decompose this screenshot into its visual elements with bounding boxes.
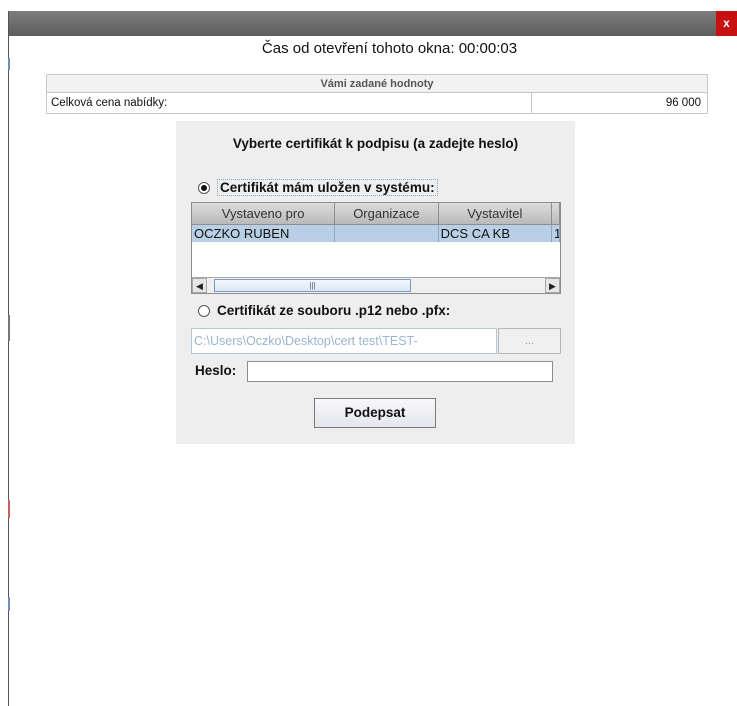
column-header-issuer[interactable]: Vystavitel bbox=[438, 203, 553, 225]
sign-button[interactable]: Podepsat bbox=[314, 398, 436, 428]
edge-mark bbox=[8, 315, 10, 341]
radio-file-certificate-label: Certifikát ze souboru .p12 nebo .pfx: bbox=[217, 303, 451, 318]
cell-extra: 1 bbox=[552, 225, 560, 242]
entered-values-header: Vámi zadané hodnoty bbox=[46, 74, 708, 93]
radio-system-certificate[interactable]: Certifikát mám uložen v systému: bbox=[198, 179, 438, 196]
scroll-left-icon[interactable]: ◀ bbox=[192, 278, 207, 293]
cell-issuer: DCS CA KB bbox=[439, 225, 553, 242]
radio-system-certificate-label: Certifikát mám uložen v systému: bbox=[217, 179, 438, 196]
certificate-panel: Vyberte certifikát k podpisu (a zadejte … bbox=[176, 121, 575, 444]
entered-values-table: Vámi zadané hodnoty Celková cena nabídky… bbox=[46, 74, 708, 114]
certificate-table-header: Vystaveno pro Organizace Vystavitel bbox=[192, 203, 560, 225]
password-input[interactable] bbox=[247, 361, 553, 382]
table-row: Celková cena nabídky: 96 000 bbox=[46, 92, 708, 114]
window-titlebar: x bbox=[8, 11, 737, 36]
elapsed-time-label: Čas od otevření tohoto okna: 00:00:03 bbox=[261, 40, 518, 57]
close-button[interactable]: x bbox=[716, 11, 737, 36]
browse-button[interactable]: ... bbox=[498, 328, 561, 354]
scroll-thumb[interactable]: ||| bbox=[214, 279, 411, 292]
column-header-organization[interactable]: Organizace bbox=[335, 203, 439, 225]
scroll-right-icon[interactable]: ▶ bbox=[545, 278, 560, 293]
certificate-table[interactable]: Vystaveno pro Organizace Vystavitel OCZK… bbox=[191, 202, 561, 294]
certificate-file-path-input[interactable]: C:\Users\Oczko\Desktop\cert test\TEST- bbox=[191, 328, 497, 354]
column-header-issued-to[interactable]: Vystaveno pro bbox=[192, 203, 336, 225]
column-header-extra[interactable] bbox=[552, 203, 560, 225]
panel-title: Vyberte certifikát k podpisu (a zadejte … bbox=[232, 136, 519, 151]
cell-organization bbox=[335, 225, 439, 242]
horizontal-scrollbar[interactable]: ◀ ||| ▶ bbox=[192, 277, 560, 293]
password-label: Heslo: bbox=[195, 363, 237, 378]
radio-file-certificate[interactable]: Certifikát ze souboru .p12 nebo .pfx: bbox=[198, 303, 450, 318]
table-row[interactable]: OCZKO RUBEN DCS CA KB 1 bbox=[192, 225, 560, 242]
radio-checked-icon[interactable] bbox=[198, 181, 210, 194]
edge-mark bbox=[8, 500, 10, 518]
edge-mark bbox=[8, 58, 10, 70]
edge-mark bbox=[8, 597, 10, 611]
total-price-label: Celková cena nabídky: bbox=[46, 92, 532, 114]
radio-unchecked-icon[interactable] bbox=[198, 304, 210, 317]
total-price-value: 96 000 bbox=[531, 92, 708, 114]
cell-issued-to: OCZKO RUBEN bbox=[192, 225, 336, 242]
